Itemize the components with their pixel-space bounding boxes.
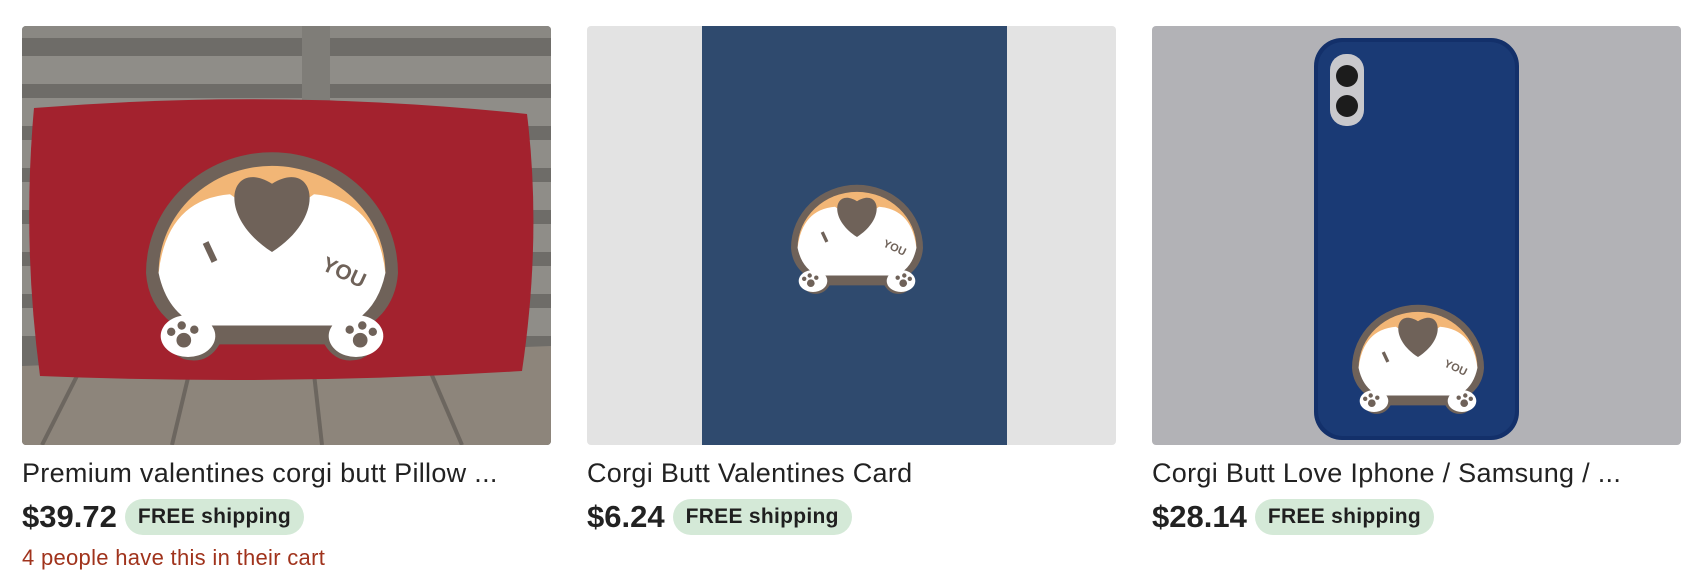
- listing-card-phone-case[interactable]: Corgi Butt Love Iphone / Samsung / ... $…: [1152, 26, 1681, 535]
- listing-image[interactable]: [1152, 26, 1681, 445]
- corgi-butt-card-photo-icon: [587, 26, 1116, 445]
- listing-grid: Premium valentines corgi butt Pillow ...…: [0, 0, 1700, 584]
- free-shipping-badge: FREE shipping: [124, 499, 305, 535]
- corgi-butt-pillow-photo-icon: [22, 26, 551, 445]
- listing-price: $6.24: [587, 499, 665, 534]
- listing-price: $28.14: [1152, 499, 1247, 534]
- listing-title[interactable]: Premium valentines corgi butt Pillow ...: [22, 457, 551, 489]
- free-shipping-badge: FREE shipping: [672, 499, 852, 535]
- price-row: $6.24 FREE shipping: [587, 499, 1116, 535]
- listing-card-card[interactable]: Corgi Butt Valentines Card $6.24 FREE sh…: [587, 26, 1116, 535]
- listing-image[interactable]: [587, 26, 1116, 445]
- listing-card-pillow[interactable]: Premium valentines corgi butt Pillow ...…: [22, 26, 551, 571]
- listing-price: $39.72: [22, 499, 117, 534]
- free-shipping-badge: FREE shipping: [1254, 499, 1435, 535]
- corgi-butt-phone-case-photo-icon: [1152, 26, 1681, 445]
- listing-image[interactable]: [22, 26, 551, 445]
- cart-count-note: 4 people have this in their cart: [22, 545, 326, 570]
- listing-title[interactable]: Corgi Butt Valentines Card: [587, 457, 1116, 489]
- price-row: $28.14 FREE shipping: [1152, 499, 1681, 535]
- listing-title[interactable]: Corgi Butt Love Iphone / Samsung / ...: [1152, 457, 1681, 489]
- price-row: $39.72 FREE shipping: [22, 499, 551, 535]
